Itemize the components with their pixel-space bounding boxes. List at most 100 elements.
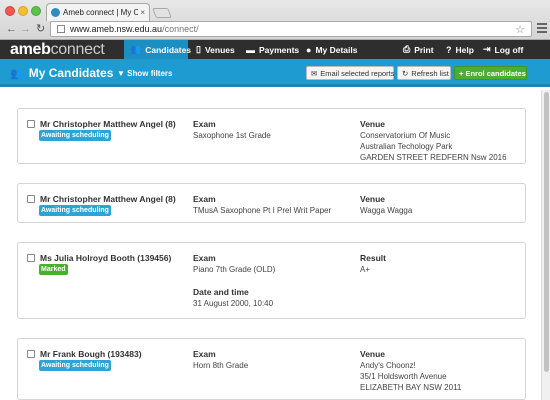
result-column: Result A+: [360, 253, 386, 275]
venue-heading: Venue: [360, 349, 386, 359]
exam-column: Exam Horn 8th Grade: [193, 349, 248, 371]
date-column: Date and time 31 August 2000, 10:40: [193, 287, 273, 309]
email-selected-reports-button[interactable]: ✉ Email selected reports: [306, 66, 395, 80]
nav-help[interactable]: ? Help: [440, 40, 480, 59]
browser-chrome: Ameb connect | My Candid × ← → ↻ www.ame…: [0, 0, 550, 40]
refresh-button-label: Refresh list: [411, 68, 449, 78]
candidate-name: Mr Christopher Matthew Angel (8): [27, 194, 176, 204]
exam-heading: Exam: [193, 194, 216, 204]
nav-venues-label: Venues: [204, 44, 235, 55]
refresh-list-button[interactable]: ↻ Refresh list: [397, 66, 451, 80]
new-tab-button[interactable]: [152, 8, 172, 18]
credit-card-icon: ▬: [246, 44, 255, 55]
candidate-name-text: Ms Julia Holroyd Booth (139456): [40, 253, 172, 263]
nav-log-off[interactable]: ⇥ Log off: [477, 40, 529, 59]
page-title: 👥 My Candidates: [10, 66, 113, 80]
venue-line: Wagga Wagga: [360, 206, 413, 215]
users-icon: 👥: [10, 67, 24, 80]
exam-value: Horn 8th Grade: [193, 361, 249, 370]
venue-line: Australian Techology Park: [360, 142, 453, 151]
candidate-name-text: Mr Christopher Matthew Angel (8): [40, 194, 176, 204]
browser-menu-icon[interactable]: [537, 23, 547, 35]
exam-heading: Exam: [193, 119, 216, 129]
venue-line: GARDEN STREET REDFERN Nsw 2016: [360, 153, 507, 162]
select-checkbox[interactable]: [27, 350, 35, 358]
address-bar[interactable]: www.ameb.nsw.edu.au/connect/ ☆: [50, 21, 532, 37]
status-badge: Awaiting scheduling: [39, 205, 111, 216]
bookmark-star-icon[interactable]: ☆: [515, 23, 525, 36]
show-filters-label: Show filters: [127, 69, 173, 78]
app-header: amebconnect 👥 Candidates ▯ Venues ▬ Payment…: [0, 40, 550, 59]
candidate-card[interactable]: Mr Christopher Matthew Angel (8) Awaitin…: [17, 183, 526, 223]
page-scrollbar[interactable]: [541, 90, 550, 400]
nav-log-off-label: Log off: [494, 44, 524, 55]
enrol-candidates-button[interactable]: + Enrol candidates: [454, 66, 527, 80]
nav-venues[interactable]: ▯ Venues: [190, 40, 241, 59]
exam-column: Exam Piano 7th Grade (OLD): [193, 253, 275, 275]
log-off-icon: ⇥: [483, 44, 491, 54]
candidate-card[interactable]: Ms Julia Holroyd Booth (139456) Marked E…: [17, 242, 526, 319]
nav-print[interactable]: ⎙ Print: [397, 40, 440, 59]
nav-payments-label: Payments: [259, 44, 300, 55]
status-badge: Awaiting scheduling: [39, 360, 111, 371]
tab-title: Ameb connect | My Candid: [63, 8, 139, 17]
page-icon: [57, 25, 65, 33]
exam-value: Piano 7th Grade (OLD): [193, 265, 276, 274]
building-icon: ▯: [196, 44, 201, 54]
nav-help-label: Help: [455, 44, 474, 55]
status-badge: Awaiting scheduling: [39, 130, 111, 141]
close-window-button[interactable]: [5, 6, 15, 16]
logo-bold-text: ameb: [10, 41, 51, 58]
candidate-card[interactable]: Mr Frank Bough (193483) Awaiting schedul…: [17, 338, 526, 400]
candidate-list: Mr Christopher Matthew Angel (8) Awaitin…: [0, 90, 540, 400]
candidate-name: Mr Frank Bough (193483): [27, 349, 142, 359]
venue-line: 35/1 Holdsworth Avenue: [360, 372, 447, 381]
enrol-button-label: + Enrol candidates: [459, 68, 526, 78]
venue-column: Venue Conservatorium Of Music Australian…: [360, 119, 507, 163]
minimize-window-button[interactable]: [18, 6, 28, 16]
select-checkbox[interactable]: [27, 120, 35, 128]
url-host: www.ameb.nsw.edu.au: [70, 24, 163, 34]
show-filters-toggle[interactable]: ▼ Show filters: [117, 69, 172, 78]
candidate-card[interactable]: Mr Christopher Matthew Angel (8) Awaitin…: [17, 108, 526, 164]
nav-my-details[interactable]: ● My Details: [300, 40, 363, 59]
candidate-name: Ms Julia Holroyd Booth (139456): [27, 253, 171, 263]
venue-line: ELIZABETH BAY NSW 2011: [360, 383, 462, 392]
users-icon: 👥: [130, 44, 142, 54]
favicon-icon: [51, 8, 60, 17]
date-value: 31 August 2000, 10:40: [193, 299, 274, 308]
exam-heading: Exam: [193, 253, 216, 263]
exam-column: Exam TMusA Saxophone Pt I Prel Writ Pape…: [193, 194, 331, 216]
candidate-name-text: Mr Frank Bough (193483): [40, 349, 142, 359]
refresh-icon: ↻: [402, 68, 409, 78]
status-badge: Marked: [39, 264, 68, 275]
envelope-icon: ✉: [311, 68, 318, 78]
zoom-window-button[interactable]: [31, 6, 41, 16]
reload-icon[interactable]: ↻: [36, 23, 45, 35]
help-icon: ?: [446, 44, 452, 55]
candidate-name: Mr Christopher Matthew Angel (8): [27, 119, 176, 129]
venue-line: Conservatorium Of Music: [360, 131, 451, 140]
page-title-text: My Candidates: [28, 66, 114, 80]
logo-light-text: connect: [50, 41, 105, 58]
date-heading: Date and time: [193, 287, 249, 297]
select-checkbox[interactable]: [27, 195, 35, 203]
scrollbar-thumb[interactable]: [544, 92, 549, 372]
select-checkbox[interactable]: [27, 254, 35, 262]
exam-column: Exam Saxophone 1st Grade: [193, 119, 271, 141]
forward-arrow-icon[interactable]: →: [20, 23, 31, 35]
exam-heading: Exam: [193, 349, 216, 359]
page-toolbar: 👥 My Candidates ▼ Show filters ✉ Email sel…: [0, 59, 550, 87]
user-icon: ●: [306, 44, 312, 55]
venue-heading: Venue: [360, 194, 386, 204]
ameb-connect-logo[interactable]: amebconnect: [10, 41, 105, 58]
print-icon: ⎙: [403, 44, 411, 54]
nav-payments[interactable]: ▬ Payments: [240, 40, 305, 59]
venue-column: Venue Wagga Wagga: [360, 194, 412, 216]
tab-close-icon[interactable]: ×: [140, 8, 145, 17]
exam-value: Saxophone 1st Grade: [193, 131, 271, 140]
browser-tab[interactable]: Ameb connect | My Candid ×: [46, 3, 150, 21]
back-arrow-icon[interactable]: ←: [6, 23, 17, 35]
url-path: /connect/: [162, 24, 199, 34]
nav-candidates[interactable]: 👥 Candidates: [124, 40, 191, 59]
